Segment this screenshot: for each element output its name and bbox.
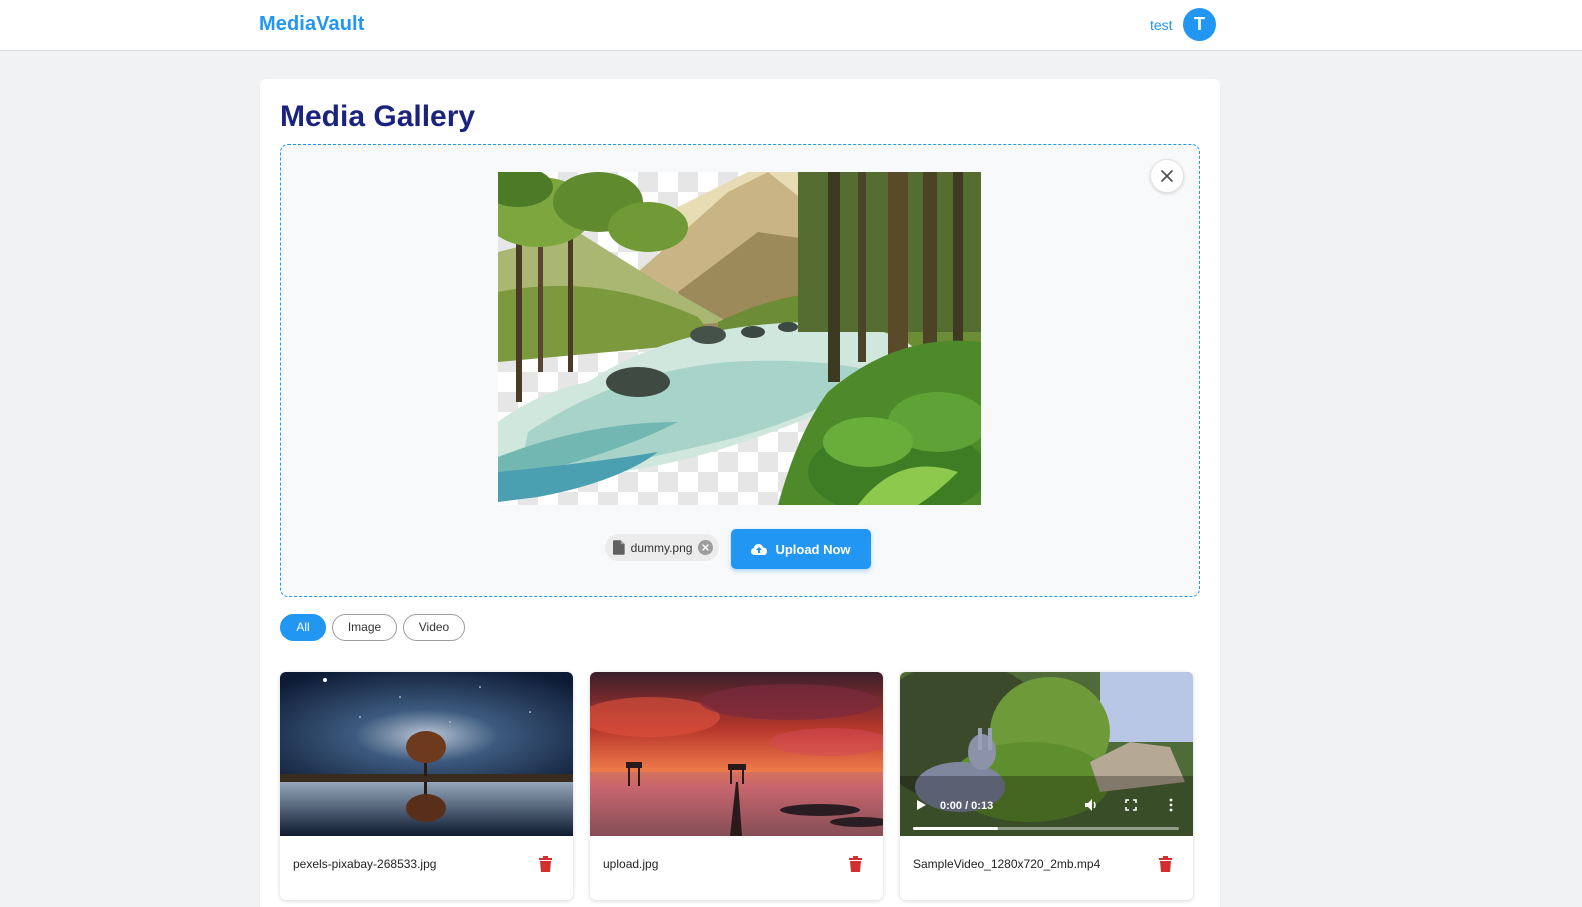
filter-image[interactable]: Image bbox=[332, 614, 397, 641]
play-icon[interactable] bbox=[913, 797, 929, 813]
delete-button[interactable] bbox=[847, 855, 863, 873]
file-icon bbox=[613, 540, 625, 555]
gallery-card: Media Gallery dummy.png Upload Now All I… bbox=[260, 79, 1220, 907]
media-item[interactable]: pexels-pixabay-268533.jpg bbox=[280, 672, 573, 900]
remove-file-icon bbox=[702, 544, 709, 551]
media-item[interactable]: 0:00 / 0:13 SampleVideo_1280x720_2mb.mp4 bbox=[900, 672, 1193, 900]
media-item[interactable]: upload.jpg bbox=[590, 672, 883, 900]
user-name[interactable]: test bbox=[1150, 17, 1173, 33]
video-player[interactable]: 0:00 / 0:13 bbox=[900, 672, 1193, 836]
video-progress-bar[interactable] bbox=[913, 827, 1179, 830]
filter-video[interactable]: Video bbox=[403, 614, 465, 641]
media-filename: SampleVideo_1280x720_2mb.mp4 bbox=[913, 857, 1101, 871]
media-thumbnail[interactable] bbox=[280, 672, 573, 836]
trash-icon bbox=[538, 856, 552, 872]
video-controls: 0:00 / 0:13 bbox=[900, 776, 1193, 836]
delete-button[interactable] bbox=[1157, 855, 1173, 873]
selected-file-name: dummy.png bbox=[630, 540, 693, 555]
filter-all[interactable]: All bbox=[280, 614, 326, 641]
more-options-icon[interactable] bbox=[1163, 797, 1179, 813]
user-avatar[interactable]: T bbox=[1183, 8, 1216, 41]
brand-logo[interactable]: MediaVault bbox=[259, 13, 364, 36]
close-preview-button[interactable] bbox=[1150, 159, 1184, 193]
top-bar: MediaVault test T bbox=[0, 0, 1582, 51]
upload-now-label: Upload Now bbox=[775, 541, 851, 557]
upload-now-button[interactable]: Upload Now bbox=[731, 529, 871, 569]
delete-button[interactable] bbox=[537, 855, 553, 873]
media-thumbnail[interactable] bbox=[590, 672, 883, 836]
trash-icon bbox=[848, 856, 862, 872]
cloud-upload-icon bbox=[751, 544, 768, 555]
trash-icon bbox=[1158, 856, 1172, 872]
upload-dropzone[interactable]: dummy.png Upload Now bbox=[280, 144, 1200, 597]
volume-icon[interactable] bbox=[1083, 797, 1099, 813]
video-time: 0:00 / 0:13 bbox=[940, 800, 994, 812]
remove-file-button[interactable] bbox=[698, 540, 713, 555]
fullscreen-icon[interactable] bbox=[1123, 797, 1139, 813]
video-buffered-fill bbox=[913, 827, 999, 830]
image-preview bbox=[498, 172, 981, 505]
selected-file-chip: dummy.png bbox=[605, 534, 719, 561]
close-icon bbox=[1161, 170, 1173, 182]
media-filename: pexels-pixabay-268533.jpg bbox=[293, 857, 437, 871]
media-filename: upload.jpg bbox=[603, 857, 659, 871]
page-title: Media Gallery bbox=[280, 100, 476, 133]
